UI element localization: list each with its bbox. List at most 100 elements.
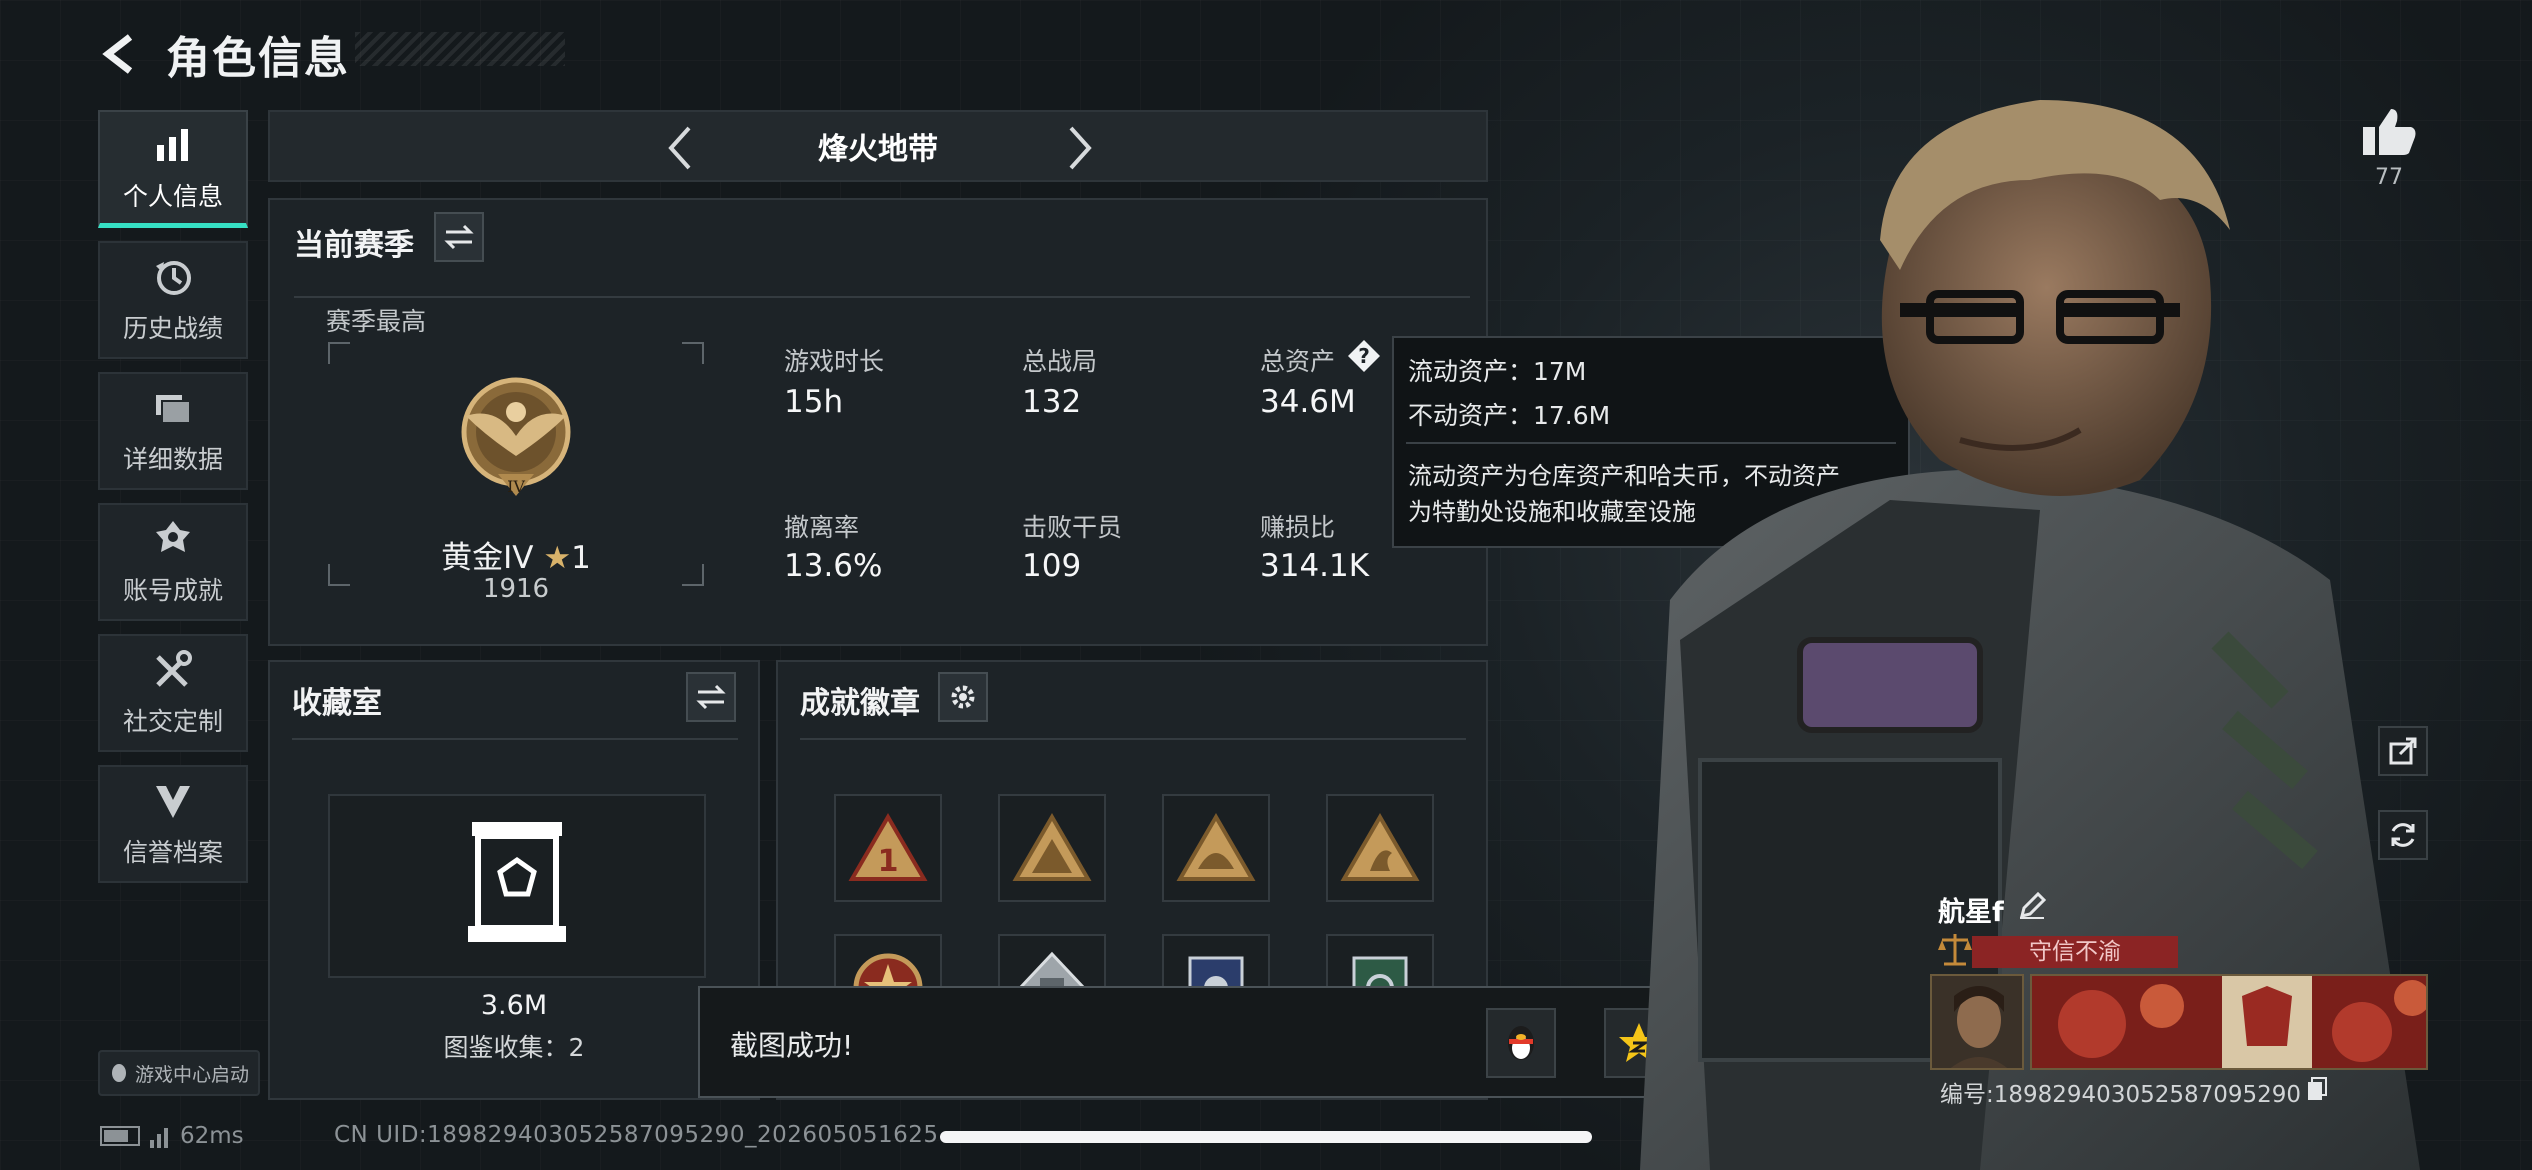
badge-rank-1-icon[interactable]: 1 [834, 794, 942, 902]
collection-value: 3.6M [480, 990, 548, 1021]
divider [294, 296, 1470, 298]
player-avatar[interactable] [1930, 974, 2024, 1070]
stat-label: 总资产 [1260, 347, 1336, 376]
bar-chart-icon [151, 123, 195, 167]
collection-title: 收藏室 [292, 686, 382, 721]
qq-penguin-icon [1508, 1026, 1534, 1060]
badge-eagle-icon[interactable] [1326, 794, 1434, 902]
swap-icon [444, 224, 474, 250]
rank-name-row: 黄金IV ★1 [328, 532, 704, 577]
chevron-right-icon[interactable] [1058, 126, 1102, 170]
svg-text:?: ? [1358, 344, 1370, 368]
home-indicator[interactable] [940, 1131, 1592, 1143]
sidebar-item-history[interactable]: 历史战绩 [98, 241, 248, 359]
svg-text:1: 1 [878, 844, 899, 879]
page-title: 角色信息 [166, 33, 350, 84]
sidebar-item-label: 信誉档案 [122, 838, 223, 867]
sidebar-item-reputation[interactable]: 信誉档案 [98, 765, 248, 883]
chevron-left-icon[interactable] [658, 126, 702, 170]
stat-value: 15h [784, 384, 844, 420]
player-name: 航星f [1938, 897, 2004, 928]
sidebar-item-label: 账号成就 [122, 576, 223, 605]
signal-icon [150, 1124, 168, 1148]
title-decoration [355, 32, 565, 66]
refresh-button[interactable] [2378, 810, 2428, 860]
rank-stars: 1 [571, 540, 591, 576]
like-widget[interactable]: 77 [2356, 105, 2422, 190]
sidebar-item-label: 历史战绩 [122, 314, 223, 343]
badge-settings-button[interactable] [938, 672, 988, 722]
collection-count: 图鉴收集：2 [443, 1033, 585, 1062]
ping-value: 62ms [180, 1123, 244, 1149]
edit-pencil-icon[interactable] [2018, 891, 2046, 927]
stat-label: 撤离率 [784, 513, 860, 542]
stat-label: 总战局 [1022, 347, 1098, 376]
achievements-title: 成就徽章 [800, 686, 920, 721]
sidebar-item-achievements[interactable]: 账号成就 [98, 503, 248, 621]
stat-label: 游戏时长 [784, 347, 885, 376]
sidebar-item-label: 社交定制 [122, 707, 223, 736]
badge-squad-icon[interactable] [998, 794, 1106, 902]
copy-icon[interactable] [2307, 1077, 2328, 1107]
rank-emblem-icon: IV [446, 366, 586, 506]
back-arrow-icon[interactable] [96, 29, 146, 79]
history-clock-icon [151, 255, 195, 299]
stat-value: 13.6% [784, 548, 883, 584]
stat-value: 132 [1022, 384, 1082, 420]
sidebar-item-personal-info[interactable]: 个人信息 [98, 110, 248, 228]
player-title-tag: 守信不渝 [1972, 936, 2178, 968]
rank-score: 1916 [482, 574, 550, 604]
reputation-icon [151, 779, 195, 823]
season-best-label: 赛季最高 [326, 307, 427, 336]
stat-label: 赚损比 [1260, 513, 1336, 542]
toast-message: 截图成功! [730, 1029, 854, 1062]
stat-value: 34.6M [1260, 384, 1356, 420]
qq-penguin-icon [111, 1064, 126, 1082]
like-count: 77 [2375, 165, 2403, 190]
map-name: 烽火地带 [818, 132, 938, 167]
header: 角色信息 [96, 22, 350, 86]
share-qq-button[interactable] [1486, 1008, 1556, 1078]
sidebar: 个人信息 历史战绩 详细数据 账号成就 社交定制 信誉档案 [98, 110, 248, 896]
star-icon: ★ [543, 540, 572, 576]
player-banner[interactable] [2030, 974, 2428, 1070]
collection-panel: 收藏室 3.6M 图鉴收集：2 [268, 660, 760, 1100]
thumbs-up-icon [2363, 109, 2416, 155]
achievement-icon [151, 517, 195, 561]
player-id-row: 编号:189829403052587095290 [1940, 1075, 2328, 1109]
game-center-label: 游戏中心启动 [134, 1063, 249, 1086]
svg-text:IV: IV [507, 477, 525, 496]
stat-label: 击败干员 [1022, 513, 1123, 542]
collection-display-case[interactable] [328, 794, 706, 978]
tools-icon [151, 648, 195, 692]
battery-icon [100, 1126, 140, 1146]
sidebar-item-label: 个人信息 [122, 181, 223, 211]
swap-icon [696, 684, 726, 710]
display-case-icon [464, 818, 570, 948]
season-title: 当前赛季 [294, 228, 414, 263]
sidebar-item-details[interactable]: 详细数据 [98, 372, 248, 490]
sidebar-item-label: 详细数据 [122, 445, 223, 474]
player-name-row: 航星f [1938, 890, 2046, 929]
badge-helmet-icon[interactable] [1162, 794, 1270, 902]
refresh-icon [2391, 823, 2415, 847]
folder-icon [151, 386, 195, 430]
player-id: 编号:189829403052587095290 [1940, 1082, 2302, 1108]
game-center-launch-button[interactable]: 游戏中心启动 [98, 1050, 260, 1096]
season-panel: 当前赛季 赛季最高 IV 黄金IV ★1 1916 游戏时长 15h 总战局 1… [268, 198, 1488, 646]
scales-icon [1938, 930, 1972, 968]
swap-season-button[interactable] [434, 212, 484, 262]
rank-name: 黄金IV [441, 540, 534, 576]
divider [292, 738, 738, 740]
rank-frame: IV 黄金IV ★1 1916 [328, 342, 704, 604]
share-icon [2389, 737, 2417, 765]
map-selector: 烽火地带 [268, 110, 1488, 182]
share-button[interactable] [2378, 726, 2428, 776]
uid-text: CN UID:18982940305258709529​0_2026050516… [334, 1122, 939, 1148]
status-bar: 62ms [100, 1120, 244, 1152]
sidebar-item-social[interactable]: 社交定制 [98, 634, 248, 752]
help-icon[interactable]: ? [1346, 338, 1382, 374]
swap-collection-button[interactable] [686, 672, 736, 722]
gear-icon [951, 685, 975, 709]
stat-value: 109 [1022, 548, 1082, 584]
